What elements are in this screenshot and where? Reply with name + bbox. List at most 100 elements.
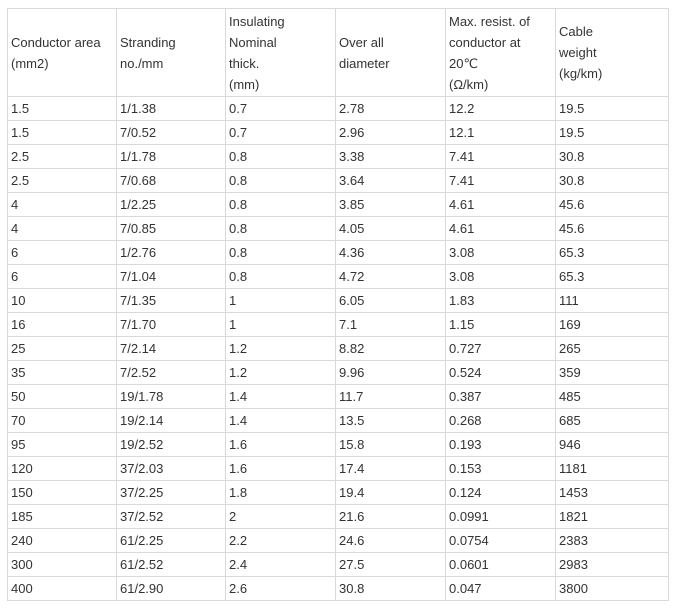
cell-overall-diameter: 21.6 — [335, 504, 446, 529]
cell-insulating-thickness: 0.7 — [225, 120, 336, 145]
cell-overall-diameter: 8.82 — [335, 336, 446, 361]
table-row: 185 37/2.52 2 21.6 0.0991 1821 — [7, 504, 669, 529]
cell-overall-diameter: 3.64 — [335, 168, 446, 193]
cell-max-resistance: 0.0754 — [445, 528, 556, 553]
cell-insulating-thickness: 1.4 — [225, 408, 336, 433]
cell-max-resistance: 0.727 — [445, 336, 556, 361]
cell-max-resistance: 0.153 — [445, 456, 556, 481]
cell-stranding: 7/0.68 — [116, 168, 226, 193]
cell-overall-diameter: 4.72 — [335, 264, 446, 289]
header-max-resistance: Max. resist. of conductor at 20℃ (Ω/km) — [445, 8, 556, 97]
table-row: 25 7/2.14 1.2 8.82 0.727 265 — [7, 336, 669, 361]
cell-max-resistance: 4.61 — [445, 192, 556, 217]
cell-max-resistance: 7.41 — [445, 168, 556, 193]
cell-max-resistance: 0.524 — [445, 360, 556, 385]
cell-insulating-thickness: 1 — [225, 312, 336, 337]
cell-overall-diameter: 27.5 — [335, 552, 446, 577]
table-row: 70 19/2.14 1.4 13.5 0.268 685 — [7, 408, 669, 433]
table-row: 10 7/1.35 1 6.05 1.83 111 — [7, 288, 669, 313]
cell-cable-weight: 45.6 — [555, 216, 669, 241]
cell-conductor-area: 240 — [7, 528, 117, 553]
cell-max-resistance: 0.268 — [445, 408, 556, 433]
cell-conductor-area: 6 — [7, 240, 117, 265]
cell-max-resistance: 0.387 — [445, 384, 556, 409]
cell-stranding: 61/2.90 — [116, 576, 226, 601]
cell-conductor-area: 1.5 — [7, 96, 117, 121]
cell-cable-weight: 30.8 — [555, 144, 669, 169]
table-row: 300 61/2.52 2.4 27.5 0.0601 2983 — [7, 552, 669, 577]
cell-cable-weight: 45.6 — [555, 192, 669, 217]
cell-insulating-thickness: 1.8 — [225, 480, 336, 505]
header-cable-weight: Cable weight (kg/km) — [555, 8, 669, 97]
cell-cable-weight: 685 — [555, 408, 669, 433]
cell-cable-weight: 19.5 — [555, 96, 669, 121]
cell-stranding: 1/2.25 — [116, 192, 226, 217]
cell-max-resistance: 0.193 — [445, 432, 556, 457]
cell-overall-diameter: 19.4 — [335, 480, 446, 505]
table-row: 16 7/1.70 1 7.1 1.15 169 — [7, 312, 669, 337]
cable-spec-table-container: Conductor area (mm2) Stranding no./mm In… — [7, 8, 669, 601]
cell-overall-diameter: 17.4 — [335, 456, 446, 481]
cell-stranding: 1/1.78 — [116, 144, 226, 169]
cell-conductor-area: 6 — [7, 264, 117, 289]
cell-conductor-area: 50 — [7, 384, 117, 409]
table-row: 4 1/2.25 0.8 3.85 4.61 45.6 — [7, 192, 669, 217]
cell-cable-weight: 946 — [555, 432, 669, 457]
cell-stranding: 7/1.04 — [116, 264, 226, 289]
cell-conductor-area: 25 — [7, 336, 117, 361]
cell-insulating-thickness: 0.7 — [225, 96, 336, 121]
cell-insulating-thickness: 1.2 — [225, 360, 336, 385]
cell-max-resistance: 1.83 — [445, 288, 556, 313]
cell-insulating-thickness: 1.6 — [225, 432, 336, 457]
table-row: 6 7/1.04 0.8 4.72 3.08 65.3 — [7, 264, 669, 289]
cell-conductor-area: 16 — [7, 312, 117, 337]
header-row: Conductor area (mm2) Stranding no./mm In… — [7, 8, 669, 97]
cell-conductor-area: 185 — [7, 504, 117, 529]
table-row: 150 37/2.25 1.8 19.4 0.124 1453 — [7, 480, 669, 505]
cell-cable-weight: 359 — [555, 360, 669, 385]
header-conductor-area: Conductor area (mm2) — [7, 8, 117, 97]
cell-insulating-thickness: 1.4 — [225, 384, 336, 409]
cell-insulating-thickness: 2.6 — [225, 576, 336, 601]
table-row: 35 7/2.52 1.2 9.96 0.524 359 — [7, 360, 669, 385]
cell-conductor-area: 10 — [7, 288, 117, 313]
cell-max-resistance: 1.15 — [445, 312, 556, 337]
cell-insulating-thickness: 2 — [225, 504, 336, 529]
cell-insulating-thickness: 1 — [225, 288, 336, 313]
table-row: 400 61/2.90 2.6 30.8 0.047 3800 — [7, 576, 669, 601]
cell-cable-weight: 111 — [555, 288, 669, 313]
table-row: 120 37/2.03 1.6 17.4 0.153 1181 — [7, 456, 669, 481]
cell-cable-weight: 485 — [555, 384, 669, 409]
cell-stranding: 37/2.52 — [116, 504, 226, 529]
table-header: Conductor area (mm2) Stranding no./mm In… — [7, 8, 669, 97]
table-row: 4 7/0.85 0.8 4.05 4.61 45.6 — [7, 216, 669, 241]
cell-stranding: 37/2.25 — [116, 480, 226, 505]
cell-max-resistance: 0.0601 — [445, 552, 556, 577]
cell-cable-weight: 1181 — [555, 456, 669, 481]
cell-stranding: 7/2.52 — [116, 360, 226, 385]
cell-max-resistance: 7.41 — [445, 144, 556, 169]
cell-conductor-area: 2.5 — [7, 144, 117, 169]
cell-stranding: 1/1.38 — [116, 96, 226, 121]
cell-stranding: 61/2.25 — [116, 528, 226, 553]
cell-insulating-thickness: 0.8 — [225, 192, 336, 217]
cell-overall-diameter: 3.38 — [335, 144, 446, 169]
cell-cable-weight: 169 — [555, 312, 669, 337]
cell-cable-weight: 2983 — [555, 552, 669, 577]
cell-overall-diameter: 9.96 — [335, 360, 446, 385]
cell-conductor-area: 1.5 — [7, 120, 117, 145]
cell-overall-diameter: 11.7 — [335, 384, 446, 409]
table-row: 1.5 1/1.38 0.7 2.78 12.2 19.5 — [7, 96, 669, 121]
cell-max-resistance: 0.124 — [445, 480, 556, 505]
cell-stranding: 61/2.52 — [116, 552, 226, 577]
cell-overall-diameter: 4.36 — [335, 240, 446, 265]
table-row: 50 19/1.78 1.4 11.7 0.387 485 — [7, 384, 669, 409]
cell-overall-diameter: 30.8 — [335, 576, 446, 601]
cell-cable-weight: 30.8 — [555, 168, 669, 193]
cell-overall-diameter: 3.85 — [335, 192, 446, 217]
table-row: 240 61/2.25 2.2 24.6 0.0754 2383 — [7, 528, 669, 553]
cell-cable-weight: 65.3 — [555, 264, 669, 289]
cell-conductor-area: 300 — [7, 552, 117, 577]
cell-cable-weight: 2383 — [555, 528, 669, 553]
cell-insulating-thickness: 0.8 — [225, 264, 336, 289]
